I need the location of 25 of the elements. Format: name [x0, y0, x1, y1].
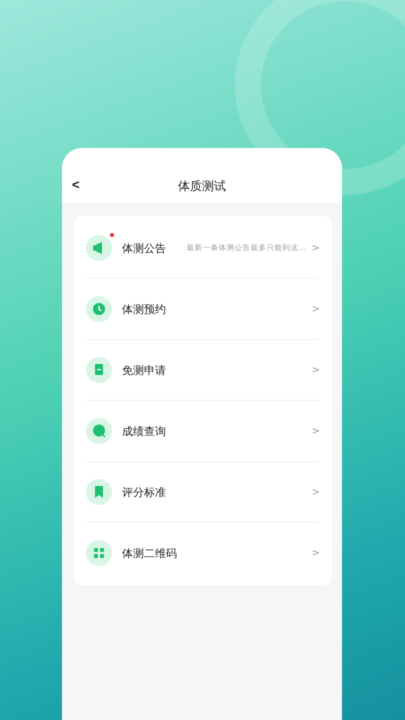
back-button[interactable]: <	[70, 177, 82, 192]
item-label: 评分标准	[122, 484, 166, 500]
item-label: 体测预约	[122, 302, 166, 316]
item-label: 体测二维码	[122, 546, 177, 560]
chevron-icon: >	[312, 364, 320, 376]
chevron-icon: >	[312, 304, 320, 314]
chevron-icon: >	[312, 548, 320, 558]
clock-icon	[86, 296, 112, 322]
menu-item[interactable]: 成绩查询 >	[86, 400, 320, 461]
document-icon	[86, 357, 112, 383]
page-title: 体质测试	[178, 178, 226, 195]
item-label: 成绩查询	[122, 424, 166, 438]
menu-item[interactable]: 体测预约 >	[86, 278, 320, 339]
chevron-icon: >	[312, 426, 320, 436]
menu-item[interactable]: 评分标准 >	[86, 461, 320, 522]
menu-item[interactable]: 免测申请 >	[86, 339, 320, 400]
item-label: 免测申请	[122, 362, 166, 378]
chevron-icon: >	[312, 486, 320, 498]
bookmark-icon	[86, 479, 112, 505]
grid-icon	[86, 540, 112, 566]
chevron-icon: >	[312, 242, 320, 254]
item-label: 体测公告	[122, 240, 166, 256]
search-icon	[86, 418, 112, 444]
megaphone-icon	[86, 235, 112, 261]
menu-item[interactable]: 体测二维码 >	[86, 522, 320, 583]
